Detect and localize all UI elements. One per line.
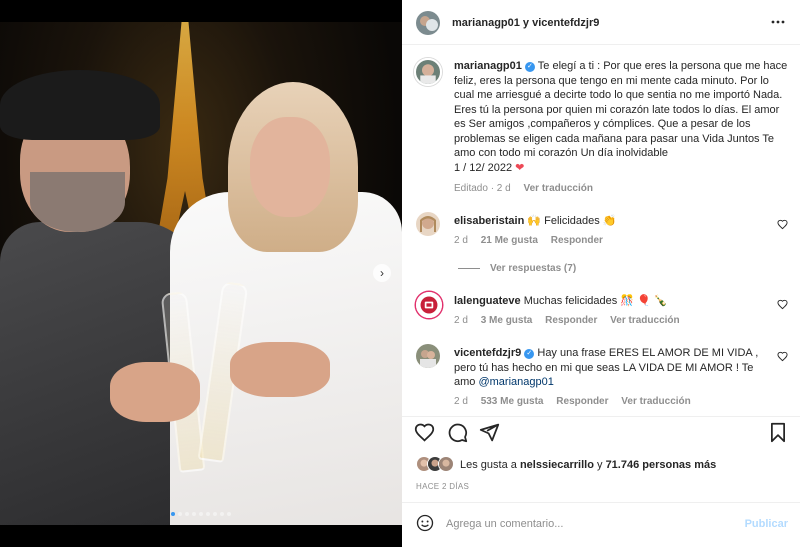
likes-user[interactable]: nelssiecarrillo xyxy=(520,459,594,471)
avatar-image xyxy=(416,11,440,35)
avatar[interactable] xyxy=(416,11,440,35)
comment-avatar[interactable] xyxy=(416,292,442,318)
likes-others[interactable]: 71.746 personas más xyxy=(606,459,717,471)
man-beard xyxy=(30,172,125,232)
comment-username[interactable]: elisaberistain xyxy=(454,215,524,227)
liker-avatar xyxy=(438,456,454,472)
comment-likes[interactable]: 21 Me gusta xyxy=(481,235,538,246)
caption-text: Te elegí a ti : Por que eres la persona … xyxy=(454,60,788,159)
more-horizontal-icon[interactable] xyxy=(771,17,785,27)
comment: elisaberistain 🙌 Felicidades 👏 xyxy=(454,214,774,229)
comment: lalenguateve Muchas felicidades 🎊 🎈 🍾 xyxy=(454,294,774,309)
woman-hand xyxy=(230,342,330,397)
emoji-smiley-icon[interactable] xyxy=(416,514,434,532)
carousel-dot xyxy=(185,512,189,516)
caption-translate-link[interactable]: Ver traducción xyxy=(524,183,593,194)
avatar-image xyxy=(418,294,440,316)
comment-likes[interactable]: 533 Me gusta xyxy=(481,396,544,407)
verified-badge-icon: ✓ xyxy=(524,62,535,72)
divider xyxy=(402,416,800,417)
man-hand xyxy=(110,362,200,422)
avatar-image xyxy=(416,344,440,368)
carousel-dot xyxy=(171,512,175,516)
reply-link[interactable]: Responder xyxy=(556,396,608,407)
reply-link[interactable]: Responder xyxy=(551,235,603,246)
comment-meta: 2 d 533 Me gusta Responder Ver traducció… xyxy=(454,396,701,407)
share-send-icon[interactable] xyxy=(479,422,500,443)
reply-link[interactable]: Responder xyxy=(545,315,597,326)
comment-meta: 2 d 3 Me gusta Responder Ver traducción xyxy=(454,315,690,326)
comment-age: 2 d xyxy=(454,315,468,326)
carousel-dots xyxy=(0,507,402,519)
divider xyxy=(402,502,800,503)
carousel-dot xyxy=(206,512,210,516)
carousel-dot xyxy=(192,512,196,516)
caption-avatar[interactable] xyxy=(414,58,442,86)
comment-age: 2 d xyxy=(454,235,468,246)
comment-input[interactable]: Agrega un comentario... xyxy=(446,518,563,530)
translate-link[interactable]: Ver traducción xyxy=(610,315,679,326)
comment: vicentefdzjr9 ✓ Hay una frase ERES EL AM… xyxy=(454,346,770,390)
comment-username[interactable]: lalenguateve xyxy=(454,295,521,307)
caption-meta: Editado · 2 d Ver traducción xyxy=(454,183,603,194)
post-photo[interactable]: › xyxy=(0,0,402,547)
bookmark-icon[interactable] xyxy=(769,422,787,443)
comment-age: 2 d xyxy=(454,396,468,407)
man-hat xyxy=(0,70,160,140)
translate-link[interactable]: Ver traducción xyxy=(621,396,690,407)
mention-link[interactable]: @marianagp01 xyxy=(478,376,553,388)
photo-frame xyxy=(0,22,402,525)
comment-likes[interactable]: 3 Me gusta xyxy=(481,315,533,326)
like-heart-icon[interactable] xyxy=(414,422,435,443)
post-header: marianagp01 y vicentefdzjr9 xyxy=(402,0,800,45)
post-header-title[interactable]: marianagp01 y vicentefdzjr9 xyxy=(452,17,599,29)
like-comment-heart-icon[interactable] xyxy=(777,351,788,362)
avatar-image xyxy=(416,60,440,84)
caption: marianagp01 ✓ Te elegí a ti : Por que er… xyxy=(454,59,788,175)
caption-date-line: 1 / 12/ 2022 xyxy=(454,161,513,174)
next-photo-button[interactable]: › xyxy=(373,264,391,282)
post-panel: marianagp01 y vicentefdzjr9 marianagp01 … xyxy=(402,0,800,547)
carousel-dot xyxy=(220,512,224,516)
avatar-image xyxy=(416,212,440,236)
comment-meta: 2 d 21 Me gusta Responder xyxy=(454,235,613,246)
likes-summary: Les gusta a nelssiecarrillo y 71.746 per… xyxy=(460,459,716,471)
comment-text: Muchas felicidades 🎊 🎈 🍾 xyxy=(523,295,668,307)
carousel-dot xyxy=(178,512,182,516)
comment-text: 🙌 Felicidades 👏 xyxy=(527,215,617,227)
likes-prefix: Les gusta a xyxy=(460,459,517,471)
comment-avatar[interactable] xyxy=(416,344,440,368)
carousel-dot xyxy=(213,512,217,516)
comment-username[interactable]: vicentefdzjr9 xyxy=(454,347,521,359)
view-replies-link[interactable]: Ver respuestas (7) xyxy=(490,263,576,274)
carousel-dot xyxy=(227,512,231,516)
like-comment-heart-icon[interactable] xyxy=(777,219,788,230)
caption-edited: Editado · 2 d xyxy=(454,183,511,194)
post-timestamp[interactable]: HACE 2 DÍAS xyxy=(416,482,469,491)
verified-badge-icon: ✓ xyxy=(524,349,535,359)
woman-face xyxy=(250,117,330,217)
publish-button[interactable]: Publicar xyxy=(745,518,788,530)
avatar-image xyxy=(439,457,453,471)
caption-username[interactable]: marianagp01 xyxy=(454,60,522,72)
comment-bubble-icon[interactable] xyxy=(447,422,468,443)
heart-emoji: ❤ xyxy=(515,161,525,174)
replies-line xyxy=(458,268,480,269)
comment-avatar[interactable] xyxy=(416,212,440,236)
likes-connector: y xyxy=(597,459,603,471)
carousel-dot xyxy=(199,512,203,516)
like-comment-heart-icon[interactable] xyxy=(777,299,788,310)
